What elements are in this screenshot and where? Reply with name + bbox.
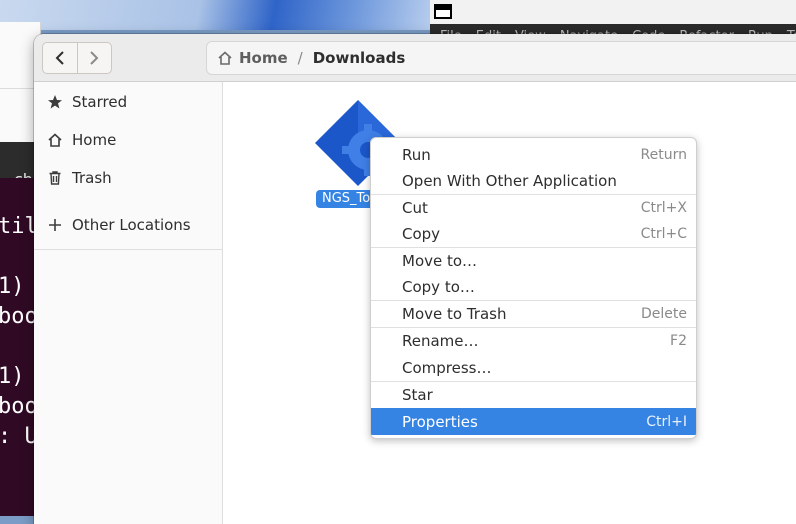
terminal-line: til [0, 214, 38, 239]
breadcrumb-separator: / [297, 49, 303, 67]
menu-item-rename[interactable]: Rename… F2 [371, 327, 696, 354]
sidebar-item-label: Starred [72, 93, 128, 111]
menu-item-shortcut: F2 [670, 332, 687, 349]
forward-button[interactable] [76, 43, 112, 73]
terminal-line: boo [0, 394, 38, 419]
sidebar-divider [34, 249, 222, 250]
home-icon [46, 131, 64, 149]
menu-item-compress[interactable]: Compress… [371, 354, 696, 381]
context-menu: Run Return Open With Other Application C… [370, 137, 697, 439]
menu-item-label: Compress… [402, 358, 492, 377]
plus-icon [46, 216, 64, 234]
menu-item-shortcut: Delete [641, 305, 687, 322]
breadcrumb-current[interactable]: Downloads [313, 49, 406, 67]
menu-item-shortcut: Ctrl+I [646, 413, 687, 430]
menu-item-copy-to[interactable]: Copy to… [371, 273, 696, 300]
menu-item-label: Cut [402, 198, 428, 217]
menu-item-label: Run [402, 145, 431, 164]
menu-item-shortcut: Return [640, 146, 687, 163]
menu-item-label: Open With Other Application [402, 171, 617, 190]
trash-icon [46, 169, 64, 187]
sidebar-item-label: Trash [72, 169, 112, 187]
menu-item-cut[interactable]: Cut Ctrl+X [371, 194, 696, 221]
window-icon [434, 4, 452, 19]
back-button[interactable] [43, 43, 77, 73]
menu-item-shortcut: Ctrl+C [640, 225, 687, 242]
menu-item-move-to[interactable]: Move to… [371, 247, 696, 274]
chevron-left-icon [55, 51, 64, 65]
navigation-buttons [42, 42, 112, 74]
breadcrumb-home[interactable]: Home [239, 49, 288, 67]
menu-item-star[interactable]: Star [371, 381, 696, 408]
sidebar-item-starred[interactable]: Starred [46, 90, 127, 114]
menu-item-label: Star [402, 385, 433, 404]
menu-item-label: Move to Trash [402, 304, 507, 323]
terminal-line: 1) [0, 274, 25, 299]
sidebar-item-home[interactable]: Home [46, 128, 116, 152]
menu-item-label: Copy [402, 224, 441, 243]
menu-item-label: Properties [402, 412, 478, 431]
desktop-wallpaper [0, 0, 440, 30]
menu-item-copy[interactable]: Copy Ctrl+C [371, 220, 696, 247]
terminal-line: : U [0, 424, 38, 449]
menu-item-move-to-trash[interactable]: Move to Trash Delete [371, 300, 696, 327]
menu-item-run[interactable]: Run Return [371, 141, 696, 168]
chevron-right-icon [90, 51, 99, 65]
terminal-line: boo [0, 304, 38, 329]
menu-item-label: Rename… [402, 331, 479, 350]
sidebar-item-trash[interactable]: Trash [46, 166, 112, 190]
home-icon [218, 51, 232, 65]
path-bar[interactable]: Home / Downloads [206, 41, 796, 75]
header-bar: Home / Downloads [34, 34, 796, 82]
file-name-label[interactable]: NGS_To [316, 190, 377, 208]
menu-item-label: Copy to… [402, 277, 475, 296]
sidebar-item-label: Home [72, 131, 117, 149]
terminal-line: 1) [0, 364, 25, 389]
menu-item-properties[interactable]: Properties Ctrl+I [371, 408, 696, 435]
sidebar: Starred Home Trash Other Locations [34, 82, 223, 524]
menu-item-shortcut: Ctrl+X [640, 199, 687, 216]
sidebar-item-label: Other Locations [72, 216, 191, 234]
menu-item-label: Move to… [402, 251, 478, 270]
sidebar-item-other-locations[interactable]: Other Locations [46, 213, 191, 237]
menu-item-open-with[interactable]: Open With Other Application [371, 167, 696, 194]
star-icon [46, 93, 64, 111]
